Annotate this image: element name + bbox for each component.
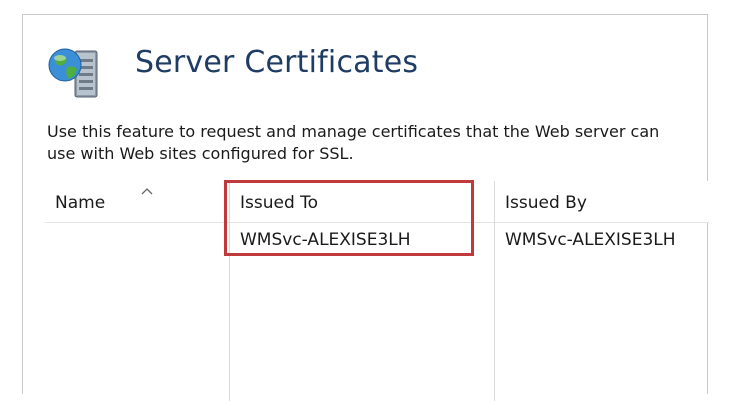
column-header-label: Issued To	[240, 193, 319, 213]
feature-description: Use this feature to request and manage c…	[47, 122, 660, 163]
sort-ascending-icon	[141, 188, 153, 195]
server-certificates-pane: Server Certificates Use this feature to …	[22, 14, 709, 401]
column-header-label: Issued By	[505, 193, 587, 213]
page-title: Server Certificates	[135, 45, 419, 80]
column-header-issued-by[interactable]: Issued By	[495, 181, 709, 223]
column-header-label: Name	[55, 193, 106, 213]
server-globe-icon	[41, 39, 107, 105]
column-header-name[interactable]: Name	[45, 181, 229, 223]
cell-issued-by: WMSvc-ALEXISE3LH	[505, 230, 676, 250]
certificates-table: Name Issued To Issued By WMSvc-ALEXISE3L…	[45, 181, 709, 401]
cell-issued-to: WMSvc-ALEXISE3LH	[240, 230, 411, 250]
cell-name	[45, 225, 229, 255]
column-header-issued-to[interactable]: Issued To	[230, 181, 494, 223]
